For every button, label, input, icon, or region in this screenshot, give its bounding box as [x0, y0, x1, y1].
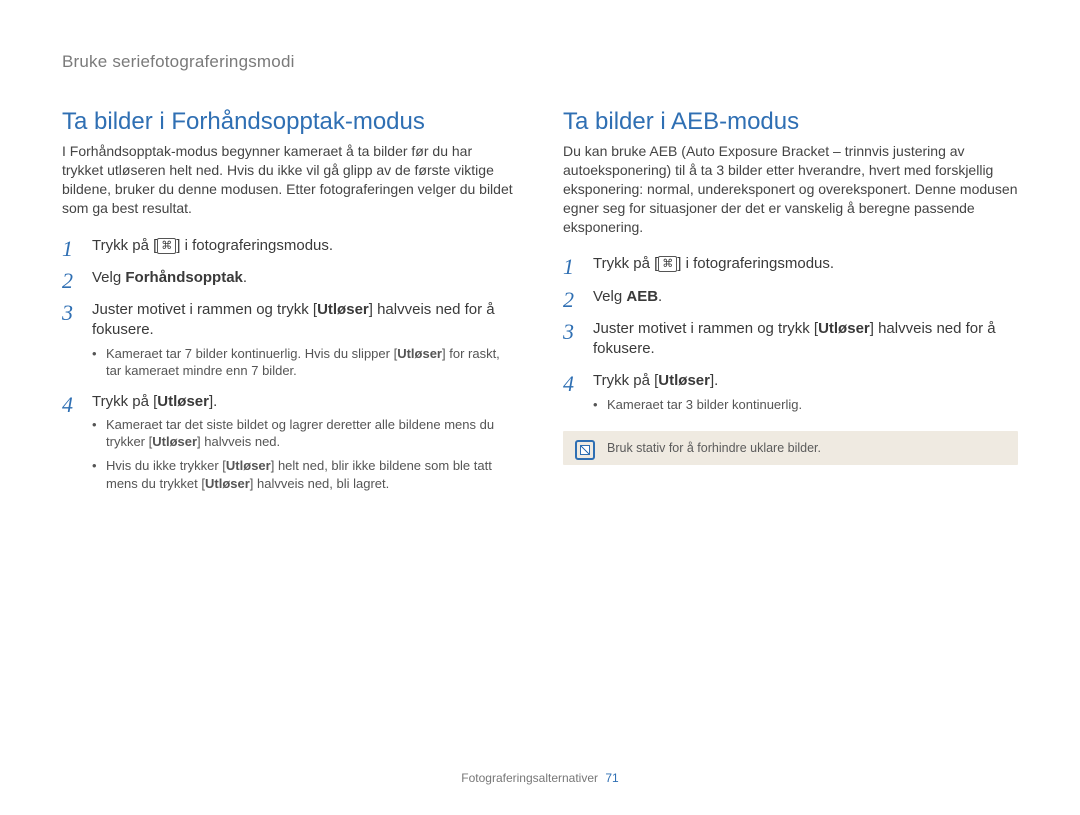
shutter-key: Utløser — [317, 301, 369, 318]
left-step-4: Trykk på [Utløser]. Kameraet tar det sis… — [62, 392, 517, 492]
left-step-4-note-1: Kameraet tar det siste bildet og lagrer … — [92, 416, 517, 451]
text: . — [243, 269, 247, 286]
left-step-2: Velg Forhåndsopptak. — [62, 268, 517, 288]
text: ] halvveis ned. — [197, 434, 280, 449]
text: Hvis du ikke trykker [ — [106, 458, 226, 473]
right-step-3: Juster motivet i rammen og trykk [Utløse… — [563, 319, 1018, 360]
drive-mode-icon: ⌘ — [658, 256, 677, 272]
text: Velg — [593, 288, 626, 305]
note-text: Bruk stativ for å forhindre uklare bilde… — [607, 441, 821, 455]
note-box: Bruk stativ for å forhindre uklare bilde… — [563, 431, 1018, 465]
shutter-key: Utløser — [157, 393, 209, 410]
text: Trykk på [ — [593, 372, 658, 389]
shutter-key: Utløser — [397, 346, 442, 361]
page-number: 71 — [605, 771, 618, 785]
text: ]. — [710, 372, 718, 389]
text: Trykk på [ — [92, 237, 157, 254]
text: ] i fotograferingsmodus. — [176, 237, 333, 254]
right-intro: Du kan bruke AEB (Auto Exposure Bracket … — [563, 142, 1018, 236]
mode-name: AEB — [626, 288, 658, 305]
text: ] halvveis ned, bli lagret. — [250, 476, 389, 491]
right-column: Ta bilder i AEB-modus Du kan bruke AEB (… — [563, 108, 1018, 504]
left-step-4-note-2: Hvis du ikke trykker [Utløser] helt ned,… — [92, 457, 517, 492]
right-step-2: Velg AEB. — [563, 287, 1018, 307]
note-icon — [575, 440, 595, 460]
left-title: Ta bilder i Forhåndsopptak-modus — [62, 108, 517, 136]
left-column: Ta bilder i Forhåndsopptak-modus I Forhå… — [62, 108, 517, 504]
text: Trykk på [ — [593, 255, 658, 272]
shutter-key: Utløser — [818, 320, 870, 337]
text: ] i fotograferingsmodus. — [677, 255, 834, 272]
text: ]. — [209, 393, 217, 410]
right-step-4-note: Kameraet tar 3 bilder kontinuerlig. — [593, 396, 1018, 414]
shutter-key: Utløser — [226, 458, 271, 473]
left-step-3-note: Kameraet tar 7 bilder kontinuerlig. Hvis… — [92, 345, 517, 380]
breadcrumb: Bruke seriefotograferingsmodi — [62, 52, 1018, 72]
text: Juster motivet i rammen og trykk [ — [92, 301, 317, 318]
right-step-4: Trykk på [Utløser]. Kameraet tar 3 bilde… — [563, 371, 1018, 413]
mode-name: Forhåndsopptak — [125, 269, 243, 286]
shutter-key: Utløser — [658, 372, 710, 389]
right-title: Ta bilder i AEB-modus — [563, 108, 1018, 136]
footer-section: Fotograferingsalternativer — [461, 771, 598, 785]
left-step-3: Juster motivet i rammen og trykk [Utløse… — [62, 300, 517, 380]
page-footer: Fotograferingsalternativer 71 — [0, 771, 1080, 785]
left-intro: I Forhåndsopptak-modus begynner kameraet… — [62, 142, 517, 218]
left-step-1: Trykk på [⌘] i fotograferingsmodus. — [62, 236, 517, 256]
shutter-key: Utløser — [205, 476, 250, 491]
shutter-key: Utløser — [152, 434, 197, 449]
text: . — [658, 288, 662, 305]
text: Trykk på [ — [92, 393, 157, 410]
drive-mode-icon: ⌘ — [157, 238, 176, 254]
text: Kameraet tar 7 bilder kontinuerlig. Hvis… — [106, 346, 397, 361]
text: Velg — [92, 269, 125, 286]
right-step-1: Trykk på [⌘] i fotograferingsmodus. — [563, 254, 1018, 274]
text: Juster motivet i rammen og trykk [ — [593, 320, 818, 337]
